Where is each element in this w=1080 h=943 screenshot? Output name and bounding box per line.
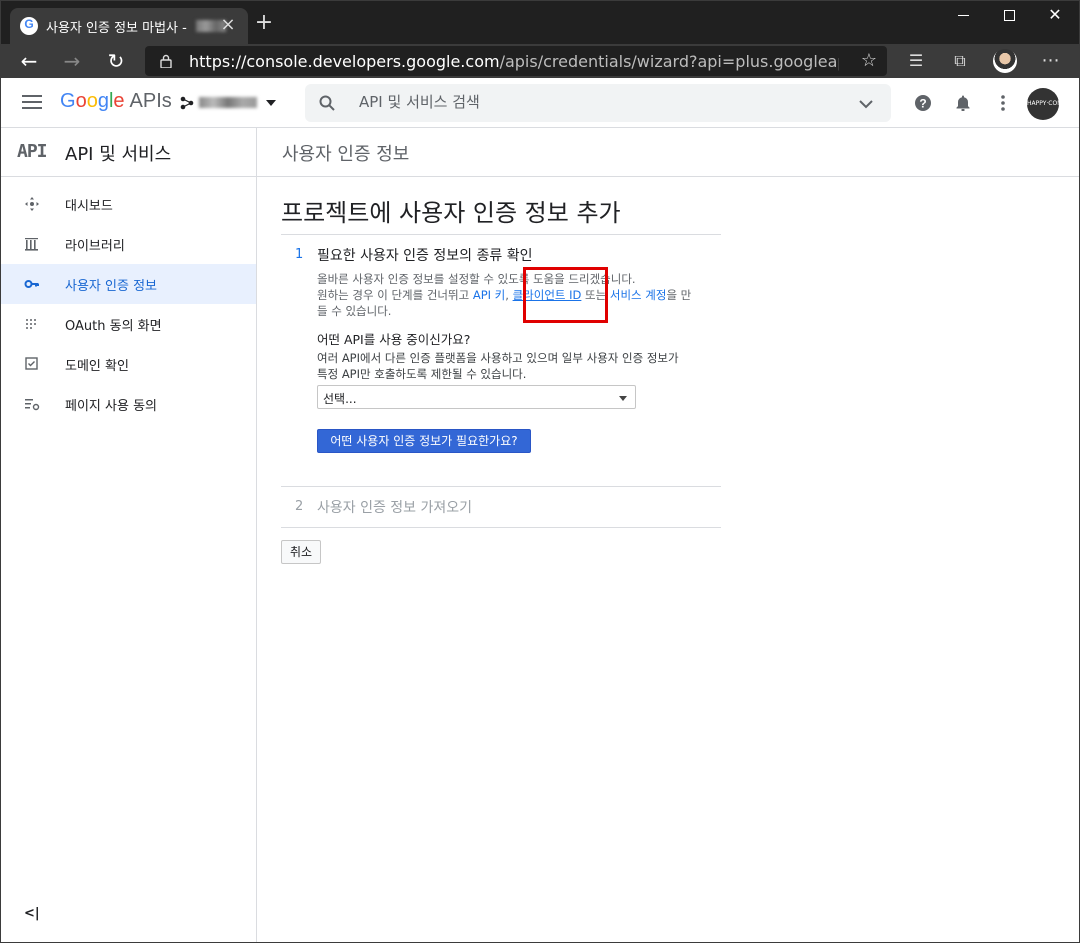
svg-text:?: ? xyxy=(919,97,926,111)
key-icon xyxy=(24,280,39,288)
sidebar-header: API API 및 서비스 xyxy=(0,128,256,177)
service-account-link[interactable]: 서비스 계정 xyxy=(610,288,667,302)
step-1-description: 올바른 사용자 인증 정보를 설정할 수 있도록 도움을 드리겠습니다. 원하는… xyxy=(317,272,692,318)
browser-toolbar: ← → ↻ https://console.developers.google.… xyxy=(0,44,1080,78)
api-logo-icon: API xyxy=(17,141,47,162)
sidebar-item-label: 사용자 인증 정보 xyxy=(65,279,157,294)
more-vertical-icon[interactable] xyxy=(993,93,1013,113)
address-bar[interactable]: https://console.developers.google.com/ap… xyxy=(145,46,887,76)
window-close-button[interactable]: ✕ xyxy=(1032,0,1078,32)
api-key-link[interactable]: API 키 xyxy=(473,288,505,302)
sidebar-item-label: OAuth 동의 화면 xyxy=(65,319,162,334)
collapse-sidebar-icon[interactable]: <| xyxy=(24,906,40,921)
project-dots-icon xyxy=(180,96,194,110)
page-header: 사용자 인증 정보 xyxy=(257,128,1080,177)
sidebar-item-label: 페이지 사용 동의 xyxy=(65,399,157,414)
google-apis-logo[interactable]: Google APIs xyxy=(60,90,172,113)
browser-tab[interactable]: G 사용자 인증 정보 마법사 - × xyxy=(10,8,248,44)
sidebar-title: API 및 서비스 xyxy=(65,144,172,165)
user-avatar[interactable]: HAPPY·COM xyxy=(1027,88,1059,120)
sidebar-item-library[interactable]: 라이브러리 xyxy=(0,224,256,264)
browser-titlebar: G 사용자 인증 정보 마법사 - × + ✕ xyxy=(0,0,1080,44)
divider xyxy=(281,234,721,235)
dashboard-icon xyxy=(25,197,39,211)
sidebar-item-label: 라이브러리 xyxy=(65,239,125,254)
tab-close-icon[interactable]: × xyxy=(218,15,238,35)
collections-icon[interactable]: ⧉ xyxy=(949,50,971,72)
browser-profile-avatar[interactable] xyxy=(993,49,1017,73)
search-input[interactable] xyxy=(359,93,839,111)
favorite-star-icon[interactable]: ☆ xyxy=(861,50,877,71)
url-text: https://console.developers.google.com/ap… xyxy=(189,52,839,71)
forward-arrow-icon[interactable]: → xyxy=(58,47,86,75)
api-select-dropdown[interactable]: 선택... xyxy=(317,385,636,409)
reload-icon[interactable]: ↻ xyxy=(102,47,130,75)
step-2-title[interactable]: 사용자 인증 정보 가져오기 xyxy=(317,497,472,517)
oauth-icon xyxy=(26,319,36,329)
api-question-description: 여러 API에서 다른 인증 플랫폼을 사용하고 있으며 일부 사용자 인증 정… xyxy=(317,351,679,381)
sidebar-item-oauth-consent[interactable]: OAuth 동의 화면 xyxy=(0,304,256,344)
lock-icon xyxy=(160,54,172,68)
window-minimize-button[interactable] xyxy=(940,0,986,32)
search-icon xyxy=(319,95,335,111)
notifications-bell-icon[interactable] xyxy=(953,93,973,113)
step-1-title: 필요한 사용자 인증 정보의 종류 확인 xyxy=(317,248,533,264)
cancel-button[interactable]: 취소 xyxy=(281,540,321,564)
library-icon xyxy=(25,238,38,251)
back-arrow-icon[interactable]: ← xyxy=(15,47,43,75)
page-title: 프로젝트에 사용자 인증 정보 추가 xyxy=(281,199,621,227)
page-consent-icon xyxy=(25,399,40,411)
project-caret-icon[interactable] xyxy=(266,100,276,106)
annotation-highlight-box xyxy=(523,267,608,323)
sidebar-item-label: 도메인 확인 xyxy=(65,359,129,374)
divider xyxy=(281,486,721,487)
window-maximize-button[interactable] xyxy=(986,0,1032,32)
new-tab-button[interactable]: + xyxy=(253,12,275,34)
api-question-label: 어떤 API를 사용 중이신가요? xyxy=(317,332,471,347)
sidebar-item-dashboard[interactable]: 대시보드 xyxy=(0,184,256,224)
tab-title: 사용자 인증 정보 마법사 - xyxy=(46,21,187,36)
chevron-down-icon[interactable] xyxy=(859,97,873,111)
sidebar-item-page-consent[interactable]: 페이지 사용 동의 xyxy=(0,384,256,424)
favorites-list-icon[interactable]: ☰ xyxy=(905,50,927,72)
logo-apis: APIs xyxy=(129,90,172,112)
step-1-number: 1 xyxy=(295,247,304,262)
api-select-value: 선택... xyxy=(323,392,357,406)
console-header: GoogleAPIs ? HAPPY·COM xyxy=(0,78,1080,128)
page-header-title: 사용자 인증 정보 xyxy=(282,144,410,165)
sidebar: API API 및 서비스 대시보드 라이브러리 사용자 인증 정보 OAuth… xyxy=(0,128,257,943)
domain-check-icon xyxy=(25,357,38,370)
google-favicon-icon: G xyxy=(20,17,38,35)
sidebar-item-label: 대시보드 xyxy=(65,199,113,214)
search-bar[interactable] xyxy=(305,84,891,122)
logo-google: Google xyxy=(60,90,125,112)
hamburger-menu-icon[interactable] xyxy=(22,95,42,111)
sidebar-item-domain-verification[interactable]: 도메인 확인 xyxy=(0,344,256,384)
which-credentials-button[interactable]: 어떤 사용자 인증 정보가 필요한가요? xyxy=(317,429,531,453)
divider xyxy=(281,527,721,528)
dropdown-caret-icon xyxy=(619,396,627,401)
browser-more-icon[interactable]: ⋯ xyxy=(1040,50,1062,72)
help-icon[interactable]: ? xyxy=(913,93,933,113)
sidebar-item-credentials[interactable]: 사용자 인증 정보 xyxy=(0,264,256,304)
step-2-number: 2 xyxy=(295,499,304,514)
project-name-blurred[interactable] xyxy=(199,97,257,108)
